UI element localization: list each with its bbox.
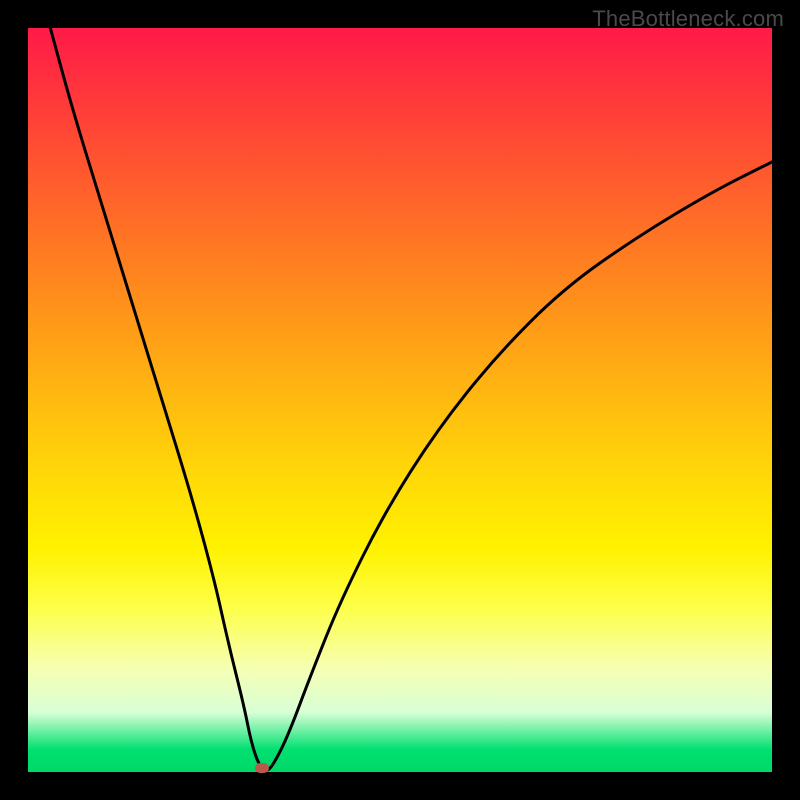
- watermark-text: TheBottleneck.com: [592, 6, 784, 32]
- curve-layer: [28, 28, 772, 772]
- plot-area: [28, 28, 772, 772]
- chart-frame: TheBottleneck.com: [0, 0, 800, 800]
- bottleneck-curve: [50, 28, 772, 770]
- optimal-marker: [255, 763, 269, 773]
